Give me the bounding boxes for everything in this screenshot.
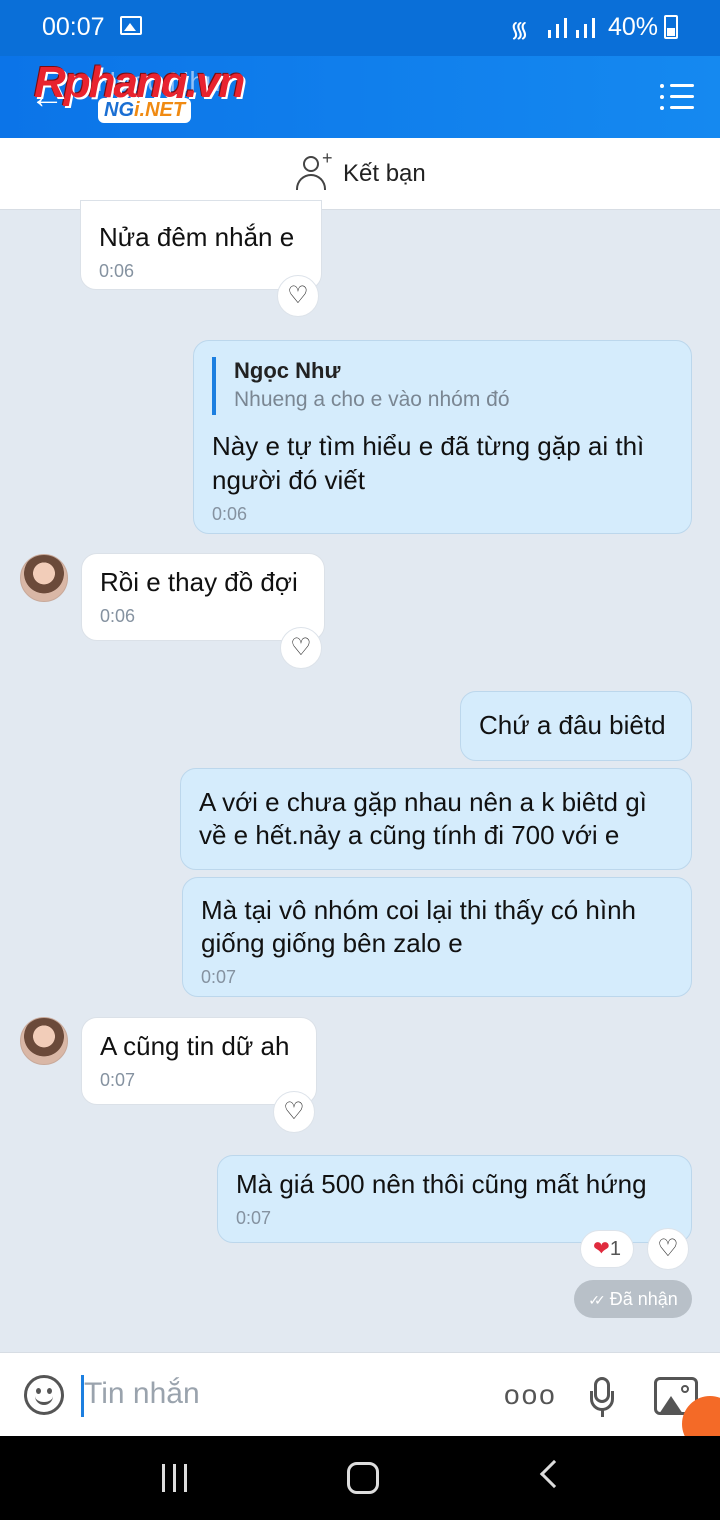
contact-avatar[interactable] bbox=[20, 1017, 68, 1065]
add-friend-label: Kết bạn bbox=[343, 160, 426, 187]
emoji-icon[interactable] bbox=[24, 1375, 64, 1415]
add-friend-icon: + bbox=[296, 148, 333, 190]
message-text: Mà giá 500 nên thôi cũng mất hứng bbox=[236, 1169, 647, 1199]
battery-icon bbox=[664, 15, 678, 39]
heart-react-icon[interactable]: ♡ bbox=[280, 627, 322, 669]
seen-status-badge: ✓✓ Đã nhận bbox=[574, 1280, 692, 1318]
message-bubble[interactable]: Nửa đêm nhắn e 0:06 bbox=[80, 200, 322, 290]
quote-sender: Ngọc Như bbox=[234, 358, 341, 383]
microphone-icon[interactable] bbox=[590, 1377, 614, 1417]
message-input[interactable]: Tin nhắn bbox=[84, 1377, 200, 1411]
reaction-badge[interactable]: ❤1 bbox=[580, 1230, 634, 1268]
message-text: Nửa đêm nhắn e bbox=[99, 222, 295, 252]
heart-react-icon[interactable]: ♡ bbox=[277, 275, 319, 317]
quote-text: Nhueng a cho e vào nhóm đó bbox=[234, 388, 510, 411]
message-text: Mà tại vô nhóm coi lại thi thấy có hình … bbox=[201, 895, 637, 958]
home-icon[interactable] bbox=[347, 1462, 379, 1494]
menu-list-icon[interactable] bbox=[660, 84, 694, 110]
chat-header: ← Ngọc Như Rphang.vn NGi.NET bbox=[0, 56, 720, 138]
message-time: 0:07 bbox=[201, 967, 237, 987]
message-bubble[interactable]: Rồi e thay đồ đợi 0:06 bbox=[81, 553, 325, 641]
battery-percent: 40% bbox=[608, 13, 659, 41]
message-input-bar: Tin nhắn ooo bbox=[0, 1352, 720, 1436]
message-time: 0:06 bbox=[100, 606, 136, 626]
message-time: 0:06 bbox=[212, 504, 248, 524]
status-bar: 00:07 ᯾ 40% bbox=[0, 0, 720, 56]
double-check-icon: ✓✓ bbox=[588, 1292, 606, 1308]
nav-back-icon[interactable] bbox=[539, 1459, 569, 1489]
gallery-notification-icon bbox=[120, 16, 142, 35]
message-bubble[interactable]: Ngọc Như Nhueng a cho e vào nhóm đó Này … bbox=[193, 340, 692, 534]
message-text: A với e chưa gặp nhau nên a k biêtd gì v… bbox=[199, 787, 647, 850]
message-text: Rồi e thay đồ đợi bbox=[100, 567, 298, 597]
seen-label: Đã nhận bbox=[609, 1289, 678, 1309]
message-time: 0:07 bbox=[236, 1208, 272, 1228]
status-time: 00:07 bbox=[42, 13, 105, 41]
more-options-icon[interactable]: ooo bbox=[504, 1379, 557, 1411]
heart-react-icon[interactable]: ♡ bbox=[273, 1091, 315, 1133]
message-text: Chứ a đâu biêtd bbox=[479, 710, 666, 740]
quoted-reply[interactable]: Ngọc Như Nhueng a cho e vào nhóm đó bbox=[212, 357, 673, 415]
message-bubble[interactable]: A cũng tin dữ ah 0:07 bbox=[81, 1017, 317, 1105]
message-time: 0:06 bbox=[99, 261, 135, 281]
recent-apps-icon[interactable] bbox=[160, 1464, 190, 1492]
heart-filled-icon: ❤ bbox=[593, 1238, 610, 1260]
contact-avatar[interactable] bbox=[20, 554, 68, 602]
message-time: 0:07 bbox=[100, 1070, 136, 1090]
message-bubble[interactable]: Mà tại vô nhóm coi lại thi thấy có hình … bbox=[182, 877, 692, 997]
watermark-badge: NGi.NET bbox=[98, 98, 192, 123]
message-bubble[interactable]: Mà giá 500 nên thôi cũng mất hứng 0:07 bbox=[217, 1155, 692, 1243]
message-bubble[interactable]: A với e chưa gặp nhau nên a k biêtd gì v… bbox=[180, 768, 692, 870]
heart-react-icon[interactable]: ♡ bbox=[647, 1228, 689, 1270]
message-text: Này e tự tìm hiểu e đã từng gặp ai thì n… bbox=[212, 431, 645, 495]
message-bubble[interactable]: Chứ a đâu biêtd bbox=[460, 691, 692, 761]
system-nav-bar bbox=[0, 1436, 720, 1520]
watermark-logo: Rphang.vn NGi.NET bbox=[34, 58, 254, 130]
message-text: A cũng tin dữ ah bbox=[100, 1031, 290, 1061]
wifi-icon: ᯾ bbox=[510, 17, 529, 42]
signal-icon bbox=[548, 14, 595, 38]
reaction-count: 1 bbox=[609, 1238, 621, 1260]
